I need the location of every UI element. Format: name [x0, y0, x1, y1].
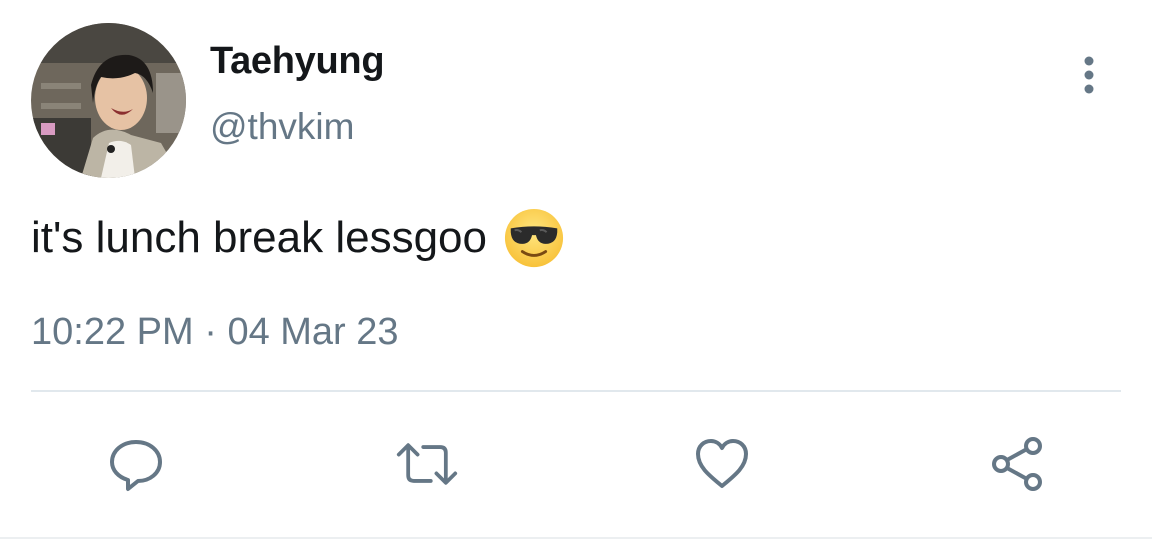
share-button[interactable] — [985, 432, 1049, 496]
avatar[interactable] — [31, 23, 186, 178]
retweet-icon — [396, 443, 458, 485]
reply-button[interactable] — [104, 432, 168, 496]
tweet-date: 04 Mar 23 — [227, 311, 399, 353]
share-icon — [992, 437, 1042, 491]
sunglasses-emoji-icon — [504, 208, 564, 268]
tweet-timestamp[interactable]: 10:22 PM · 04 Mar 23 — [31, 311, 399, 354]
more-options-button[interactable] — [1066, 52, 1112, 98]
more-vertical-icon — [1084, 56, 1094, 94]
bottom-divider — [0, 537, 1152, 539]
heart-icon — [696, 439, 748, 488]
divider — [31, 390, 1121, 392]
tweet-text: it's lunch break lessgoo — [31, 207, 565, 269]
like-button[interactable] — [690, 432, 754, 496]
avatar-image — [31, 23, 186, 178]
retweet-button[interactable] — [395, 432, 459, 496]
timestamp-separator: · — [204, 311, 217, 353]
display-name[interactable]: Taehyung — [210, 40, 385, 83]
tweet-text-content: it's lunch break lessgoo — [31, 213, 487, 262]
tweet-time: 10:22 PM — [31, 311, 194, 353]
reply-icon — [110, 440, 162, 491]
user-handle[interactable]: @thvkim — [210, 106, 354, 148]
